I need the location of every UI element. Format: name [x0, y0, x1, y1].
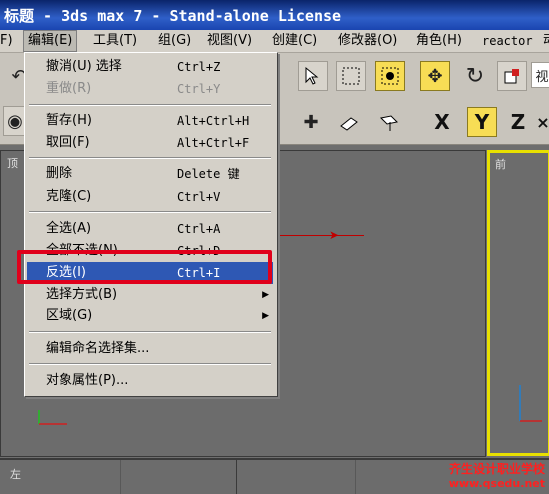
axis-tripod-front-icon — [519, 385, 542, 422]
window-crossing-icon[interactable] — [375, 61, 405, 91]
axis-x-button[interactable]: X — [427, 107, 457, 137]
rect-selection-icon[interactable] — [336, 61, 366, 91]
menu-modifiers[interactable]: 修改器(O) — [338, 30, 397, 52]
axis-tripod-icon — [38, 410, 67, 425]
menu-file[interactable]: F) — [0, 30, 13, 52]
menu-item-delete[interactable]: 删除 Delete 键 — [27, 163, 273, 185]
axis-y-button[interactable]: Y — [467, 107, 497, 137]
menu-view[interactable]: 视图(V) — [207, 30, 252, 52]
menu-item-hold[interactable]: 暂存(H) Alt+Ctrl+H — [27, 110, 273, 132]
rotate-icon[interactable]: ↻ — [460, 61, 490, 91]
menu-separator — [29, 157, 271, 159]
menu-item-edit-named-sets[interactable]: 编辑命名选择集... — [27, 338, 273, 360]
menu-item-fetch[interactable]: 取回(F) Alt+Ctrl+F — [27, 132, 273, 154]
menu-edit[interactable]: 编辑(E) — [23, 30, 78, 52]
submenu-arrow-icon: ▶ — [262, 311, 269, 321]
view-dropdown[interactable]: 视 — [531, 62, 549, 88]
viewport-front-label[interactable]: 前 — [495, 156, 506, 172]
menu-separator — [29, 363, 271, 365]
watermark-name: 齐生设计职业学校 — [448, 462, 545, 476]
edit-menu: 撤消(U) 选择 Ctrl+Z 重做(R) Ctrl+Y 暂存(H) Alt+C… — [24, 52, 278, 397]
menu-tools[interactable]: 工具(T) — [93, 30, 137, 52]
watermark-url: www.qsedu.net — [448, 477, 545, 490]
menu-bar: F) 编辑(E) 工具(T) 组(G) 视图(V) 创建(C) 修改器(O) 角… — [0, 30, 549, 53]
menu-separator — [29, 331, 271, 333]
move-icon[interactable]: ✥ — [420, 61, 450, 91]
axis-xy-button[interactable]: × — [536, 107, 549, 137]
grid-line — [355, 460, 356, 494]
menu-item-redo[interactable]: 重做(R) Ctrl+Y — [27, 78, 273, 100]
axis-z-button[interactable]: Z — [503, 107, 533, 137]
add-icon[interactable]: ✚ — [296, 107, 326, 137]
plane-select-icon[interactable] — [374, 107, 404, 137]
scale-icon[interactable] — [497, 61, 527, 91]
window-title: 标题 - 3ds max 7 - Stand-alone License — [4, 7, 342, 25]
viewport-front[interactable]: 前 — [487, 150, 549, 456]
mirror-plane-icon[interactable] — [334, 107, 364, 137]
viewport-top-label[interactable]: 顶 — [7, 155, 18, 171]
menu-create[interactable]: 创建(C) — [272, 30, 317, 52]
menu-reactor[interactable]: reactor — [482, 30, 533, 52]
watermark: 齐生设计职业学校 www.qsedu.net — [449, 460, 545, 490]
title-bar: 标题 - 3ds max 7 - Stand-alone License — [0, 0, 549, 30]
red-arrow-icon: ➤ — [329, 228, 340, 242]
menu-animation[interactable]: 动 — [543, 30, 549, 52]
grid-line — [236, 460, 237, 494]
menu-character[interactable]: 角色(H) — [416, 30, 462, 52]
menu-item-object-properties[interactable]: 对象属性(P)... — [27, 370, 273, 392]
menu-item-clone[interactable]: 克隆(C) Ctrl+V — [27, 186, 273, 208]
menu-item-select-by[interactable]: 选择方式(B) ▶ — [27, 284, 273, 306]
menu-item-undo[interactable]: 撤消(U) 选择 Ctrl+Z — [27, 56, 273, 78]
menu-item-region[interactable]: 区域(G) ▶ — [27, 305, 273, 327]
highlight-annotation-box — [17, 250, 272, 284]
menu-group[interactable]: 组(G) — [158, 30, 191, 52]
menu-separator — [29, 211, 271, 213]
menu-item-select-all[interactable]: 全选(A) Ctrl+A — [27, 218, 273, 240]
menu-separator — [29, 104, 271, 106]
submenu-arrow-icon: ▶ — [262, 290, 269, 300]
select-by-name-icon[interactable] — [298, 61, 328, 91]
grid-line — [120, 460, 121, 494]
viewport-left-label[interactable]: 左 — [10, 466, 21, 482]
